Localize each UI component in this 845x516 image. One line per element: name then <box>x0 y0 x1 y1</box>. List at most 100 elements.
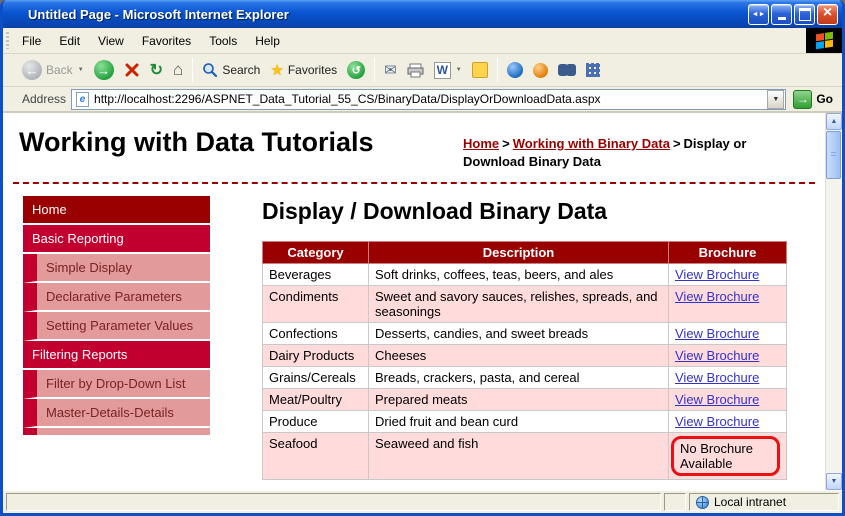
quick-links-button[interactable] <box>581 60 605 80</box>
category-cell: Confections <box>263 323 369 345</box>
view-brochure-link[interactable]: View Brochure <box>675 392 759 407</box>
sidebar-item[interactable]: Declarative Parameters <box>23 283 210 312</box>
menu-item-file[interactable]: File <box>13 31 50 51</box>
sidebar-item[interactable]: Master-Details-Details <box>23 399 210 428</box>
menu-grip[interactable] <box>6 32 9 49</box>
view-brochure-link[interactable]: View Brochure <box>675 370 759 385</box>
favorites-label: Favorites <box>288 63 337 77</box>
brochure-cell: View Brochure <box>669 264 787 286</box>
address-url-input[interactable] <box>92 91 767 107</box>
address-input-box[interactable] <box>71 89 786 110</box>
zone-label: Local intranet <box>714 495 786 509</box>
search-label: Search <box>222 63 260 77</box>
toolbar-separator <box>192 58 193 82</box>
brochure-cell: View Brochure <box>669 367 787 389</box>
brochure-cell: View Brochure <box>669 345 787 367</box>
table-row: Meat/PoultryPrepared meatsView Brochure <box>263 389 787 411</box>
go-label: Go <box>816 92 833 106</box>
intranet-zone-icon <box>696 496 709 509</box>
page-icon <box>76 92 89 107</box>
back-button[interactable]: Back <box>17 57 89 83</box>
mail-button[interactable] <box>379 58 402 82</box>
site-title: Working with Data Tutorials <box>19 127 374 158</box>
maximize-button[interactable] <box>794 4 815 25</box>
print-button[interactable] <box>402 60 429 81</box>
page-body: HomeBasic ReportingSimple DisplayDeclara… <box>3 184 825 480</box>
grid-icon <box>586 63 600 77</box>
scroll-down-button[interactable] <box>826 473 842 490</box>
sidebar-item[interactable]: Setting Parameter Values <box>23 312 210 341</box>
web-discussion-button[interactable] <box>502 59 528 81</box>
edit-with-word-button[interactable] <box>429 59 467 82</box>
breadcrumb-link-home[interactable]: Home <box>463 136 499 151</box>
breadcrumb-link-binary-data[interactable]: Working with Binary Data <box>513 136 670 151</box>
browser-window: Untitled Page - Microsoft Internet Explo… <box>0 0 845 516</box>
sidebar-item[interactable]: Filter by Drop-Down List <box>23 370 210 399</box>
sidebar-item[interactable]: Simple Display <box>23 254 210 283</box>
mail-icon <box>384 61 397 79</box>
sidebar-section[interactable]: Filtering Reports <box>23 341 210 370</box>
history-button[interactable] <box>342 58 370 82</box>
menu-item-tools[interactable]: Tools <box>200 31 246 51</box>
menu-item-view[interactable]: View <box>89 31 133 51</box>
refresh-button[interactable] <box>145 57 168 83</box>
table-row: ConfectionsDesserts, candies, and sweet … <box>263 323 787 345</box>
stop-button[interactable] <box>119 59 145 81</box>
menu-item-favorites[interactable]: Favorites <box>133 31 200 51</box>
description-cell: Desserts, candies, and sweet breads <box>369 323 669 345</box>
scrollbar-track[interactable] <box>826 130 842 473</box>
home-button[interactable] <box>168 57 188 83</box>
address-dropdown-button[interactable] <box>767 90 784 109</box>
view-brochure-link[interactable]: View Brochure <box>675 326 759 341</box>
vertical-scrollbar[interactable] <box>825 113 842 490</box>
minimize-button[interactable] <box>771 4 792 25</box>
sidebar-section[interactable]: Home <box>23 196 210 225</box>
security-zone-panel: Local intranet <box>689 493 839 511</box>
description-cell: Seaweed and fish <box>369 433 669 480</box>
windows-flag-icon <box>816 32 833 49</box>
menu-item-help[interactable]: Help <box>246 31 289 51</box>
table-row: BeveragesSoft drinks, coffees, teas, bee… <box>263 264 787 286</box>
view-brochure-link[interactable]: View Brochure <box>675 414 759 429</box>
main-content: Display / Download Binary Data CategoryD… <box>210 196 825 480</box>
view-brochure-link[interactable]: View Brochure <box>675 267 759 282</box>
table-row: CondimentsSweet and savory sauces, relis… <box>263 286 787 323</box>
category-cell: Meat/Poultry <box>263 389 369 411</box>
standard-toolbar: Back Search Favorites <box>3 54 842 87</box>
no-brochure-text: No Brochure Available <box>680 441 753 471</box>
table-header-row: CategoryDescriptionBrochure <box>263 242 787 264</box>
status-bar: Local intranet <box>3 490 842 513</box>
table-row: SeafoodSeaweed and fishNo Brochure Avail… <box>263 433 787 480</box>
close-button[interactable] <box>817 4 838 25</box>
window-extra-button[interactable] <box>748 4 769 25</box>
forward-button[interactable] <box>89 57 119 83</box>
brochure-cell: View Brochure <box>669 411 787 433</box>
favorites-button[interactable]: Favorites <box>265 58 342 82</box>
search-button[interactable]: Search <box>197 59 265 81</box>
view-brochure-link[interactable]: View Brochure <box>675 348 759 363</box>
category-cell: Condiments <box>263 286 369 323</box>
menu-item-edit[interactable]: Edit <box>50 31 89 51</box>
page-title: Display / Download Binary Data <box>262 198 825 225</box>
sidebar-section[interactable]: Basic Reporting <box>23 225 210 254</box>
messenger-button[interactable] <box>467 59 493 81</box>
word-icon <box>434 62 451 79</box>
content-area: Working with Data Tutorials Home >Working… <box>3 113 842 490</box>
home-icon <box>173 60 183 80</box>
stop-icon <box>124 62 140 78</box>
table-row: Dairy ProductsCheesesView Brochure <box>263 345 787 367</box>
breadcrumb: Home>Working with Binary Data>Display or… <box>463 127 811 170</box>
category-cell: Produce <box>263 411 369 433</box>
breadcrumb-separator: > <box>673 136 681 151</box>
ie-icon <box>7 5 25 23</box>
go-arrow-icon <box>793 90 812 109</box>
view-brochure-link[interactable]: View Brochure <box>675 289 759 304</box>
research-icon <box>533 63 548 78</box>
research-button[interactable] <box>528 60 553 81</box>
scrollbar-thumb[interactable] <box>826 131 841 179</box>
globe-icon <box>507 62 523 78</box>
scroll-up-button[interactable] <box>826 113 842 130</box>
go-button[interactable]: Go <box>791 89 838 110</box>
find-button[interactable] <box>553 61 581 79</box>
title-bar: Untitled Page - Microsoft Internet Explo… <box>3 0 842 28</box>
